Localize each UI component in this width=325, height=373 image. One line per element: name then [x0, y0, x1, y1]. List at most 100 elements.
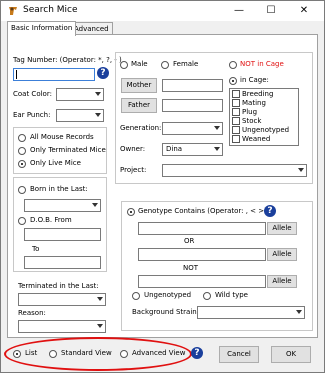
owner-dropdown[interactable]: Dina — [162, 143, 223, 156]
cancel-button[interactable]: Cancel — [219, 346, 259, 363]
genotype-contains-label: Genotype Contains (Operator: , < >) — [138, 207, 267, 215]
cage-type-plug-label: Plug — [242, 108, 258, 116]
cage-type-breeding-label: Breeding — [242, 90, 274, 98]
chevron-down-icon — [214, 147, 220, 151]
genotype-group: Genotype Contains (Operator: , < >) ? Al… — [121, 201, 313, 331]
dob-to-input[interactable] — [24, 256, 101, 269]
father-button[interactable]: Father — [121, 98, 157, 113]
cage-type-list[interactable]: Breeding Mating Plug Stock Ungenotyped W… — [229, 88, 299, 146]
ungenotyped-label: Ungenotyped — [144, 291, 192, 299]
genotype-contains-radio[interactable] — [127, 208, 135, 216]
project-dropdown[interactable] — [162, 164, 307, 177]
cage-type-plug-checkbox[interactable] — [232, 108, 240, 116]
project-label: Project: — [120, 166, 147, 174]
chevron-down-icon — [298, 168, 304, 172]
text-caret — [16, 70, 17, 79]
genotype-input-2[interactable] — [138, 248, 266, 261]
only-terminated-mice-label: Only Terminated Mice — [30, 146, 106, 154]
dob-from-radio[interactable] — [18, 217, 26, 225]
app-icon — [7, 5, 19, 17]
cage-type-stock-checkbox[interactable] — [232, 117, 240, 125]
basic-information-panel: Tag Number: (Operator: *, ?, - ) ? Coat … — [7, 34, 318, 338]
generation-label: Generation: — [120, 124, 162, 132]
cage-type-ungenotyped-label: Ungenotyped — [242, 126, 290, 134]
coat-color-label: Coat Color: — [13, 90, 52, 98]
search-mice-window: Search Mice — ☐ ✕ Basic Information Adva… — [0, 0, 325, 373]
chevron-down-icon — [95, 92, 101, 96]
not-in-cage-label: NOT in Cage — [240, 60, 284, 68]
generation-dropdown[interactable] — [162, 122, 223, 135]
cage-type-mating-label: Mating — [242, 99, 266, 107]
help-icon[interactable]: ? — [264, 205, 276, 217]
title-bar: Search Mice — ☐ ✕ — [1, 1, 324, 21]
mother-button[interactable]: Mother — [121, 78, 157, 93]
reason-label: Reason: — [18, 309, 46, 317]
breeding-info-group: Male Female NOT in Cage in Cage: Mother … — [115, 52, 313, 184]
chevron-down-icon — [97, 297, 103, 301]
tab-basic-information[interactable]: Basic Information — [7, 21, 77, 36]
tag-number-input[interactable] — [13, 68, 95, 81]
dob-from-label: D.O.B. From — [30, 216, 72, 224]
only-terminated-mice-radio[interactable] — [18, 147, 26, 155]
genotype-input-1[interactable] — [138, 222, 266, 235]
in-cage-label: in Cage: — [240, 76, 269, 84]
or-label: OR — [184, 237, 195, 245]
all-mouse-records-label: All Mouse Records — [30, 133, 94, 141]
background-strain-label: Background Strain: — [132, 308, 200, 316]
ear-punch-label: Ear Punch: — [13, 111, 51, 119]
genotype-input-3[interactable] — [138, 275, 266, 288]
born-in-last-radio[interactable] — [18, 186, 26, 194]
not-label: NOT — [183, 264, 199, 272]
male-label: Male — [131, 60, 148, 68]
ok-button[interactable]: OK — [271, 346, 311, 363]
female-radio[interactable] — [161, 61, 169, 69]
male-radio[interactable] — [120, 61, 128, 69]
tag-number-label: Tag Number: (Operator: *, ?, - ) — [13, 56, 122, 64]
highlight-annotation-oval — [4, 337, 192, 371]
chevron-down-icon — [95, 113, 101, 117]
not-in-cage-radio[interactable] — [229, 61, 237, 69]
cage-type-weaned-label: Weaned — [242, 135, 271, 143]
cage-type-weaned-checkbox[interactable] — [232, 135, 240, 143]
wild-type-radio[interactable] — [203, 292, 211, 300]
allele-button-2[interactable]: Allele — [267, 248, 297, 261]
allele-button-3[interactable]: Allele — [267, 275, 297, 288]
father-input[interactable] — [162, 99, 223, 112]
all-mouse-records-radio[interactable] — [18, 134, 26, 142]
birth-group: Born in the Last: D.O.B. From To — [13, 177, 107, 272]
dob-to-label: To — [32, 245, 40, 253]
mouse-records-group: All Mouse Records Only Terminated Mice O… — [13, 127, 107, 174]
ungenotyped-radio[interactable] — [132, 292, 140, 300]
coat-color-dropdown[interactable] — [56, 88, 104, 101]
chevron-down-icon — [214, 126, 220, 130]
only-live-mice-label: Only Live Mice — [30, 159, 81, 167]
terminated-dropdown[interactable] — [18, 293, 106, 306]
terminated-label: Terminated in the Last: — [18, 282, 99, 290]
cage-type-ungenotyped-checkbox[interactable] — [232, 126, 240, 134]
cage-type-breeding-checkbox[interactable] — [232, 90, 240, 98]
born-in-last-label: Born in the Last: — [30, 185, 88, 193]
wild-type-label: Wild type — [215, 291, 248, 299]
window-title: Search Mice — [23, 5, 78, 15]
reason-dropdown[interactable] — [18, 320, 106, 333]
born-in-last-dropdown[interactable] — [24, 199, 101, 212]
help-icon[interactable]: ? — [97, 67, 109, 79]
allele-button-1[interactable]: Allele — [267, 222, 297, 235]
chevron-down-icon — [296, 310, 302, 314]
cage-type-mating-checkbox[interactable] — [232, 99, 240, 107]
owner-label: Owner: — [120, 145, 146, 153]
ear-punch-dropdown[interactable] — [56, 109, 104, 122]
cage-type-stock-label: Stock — [242, 117, 262, 125]
maximize-button[interactable]: ☐ — [260, 3, 282, 19]
help-icon[interactable]: ? — [191, 347, 203, 359]
close-button[interactable]: ✕ — [293, 3, 315, 19]
chevron-down-icon — [92, 203, 98, 207]
dob-from-input[interactable] — [24, 228, 101, 241]
in-cage-radio[interactable] — [229, 77, 237, 85]
female-label: Female — [173, 60, 199, 68]
mother-input[interactable] — [162, 79, 223, 92]
chevron-down-icon — [97, 324, 103, 328]
only-live-mice-radio[interactable] — [18, 160, 26, 168]
minimize-button[interactable]: — — [228, 3, 250, 19]
background-strain-dropdown[interactable] — [197, 306, 305, 319]
